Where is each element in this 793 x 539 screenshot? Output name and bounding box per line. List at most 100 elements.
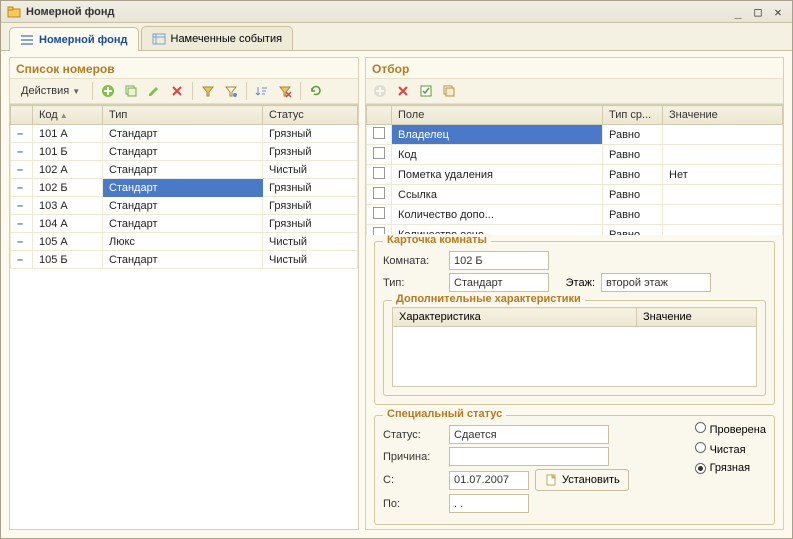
radio-dirty[interactable]: Грязная bbox=[695, 462, 766, 474]
cell-cmp: Равно bbox=[603, 205, 663, 225]
maximize-button[interactable]: □ bbox=[750, 5, 766, 19]
table-row[interactable]: Ссылка Равно bbox=[367, 185, 783, 205]
col-marker[interactable] bbox=[11, 106, 33, 125]
content-area: Список номеров Действия ▼ bbox=[1, 51, 792, 538]
table-row[interactable]: Количество допо... Равно bbox=[367, 205, 783, 225]
checkbox-icon[interactable] bbox=[373, 207, 385, 219]
room-field[interactable] bbox=[449, 251, 549, 270]
cell-check[interactable] bbox=[367, 165, 392, 185]
filter-toggle-button[interactable] bbox=[198, 81, 218, 101]
rooms-grid[interactable]: Код▲ Тип Статус – 101 А Стандарт Грязный… bbox=[10, 104, 358, 529]
row-marker-icon: – bbox=[11, 233, 33, 251]
filter-remove-button[interactable] bbox=[393, 81, 413, 101]
col-char-value[interactable]: Значение bbox=[637, 308, 757, 327]
radio-checked[interactable]: Проверена bbox=[695, 422, 766, 436]
col-code[interactable]: Код▲ bbox=[33, 106, 103, 125]
room-label: Комната: bbox=[383, 255, 443, 267]
col-type[interactable]: Тип bbox=[103, 106, 263, 125]
filter-add-button[interactable] bbox=[370, 81, 390, 101]
checkbox-icon[interactable] bbox=[373, 167, 385, 179]
refresh-button[interactable] bbox=[306, 81, 326, 101]
cell-check[interactable] bbox=[367, 185, 392, 205]
to-field[interactable] bbox=[449, 494, 529, 513]
col-check[interactable] bbox=[367, 106, 392, 125]
reason-label: Причина: bbox=[383, 451, 443, 463]
toolbar-separator bbox=[246, 82, 247, 100]
set-button[interactable]: Установить bbox=[535, 469, 629, 491]
status-field[interactable] bbox=[449, 425, 609, 444]
filter-check-button[interactable] bbox=[416, 81, 436, 101]
table-row[interactable]: – 101 А Стандарт Грязный bbox=[11, 125, 358, 143]
room-card-legend: Карточка комнаты bbox=[383, 234, 491, 246]
from-field[interactable] bbox=[449, 471, 529, 490]
table-row[interactable]: – 105 А Люкс Чистый bbox=[11, 233, 358, 251]
sort-button[interactable] bbox=[252, 81, 272, 101]
checkbox-icon[interactable] bbox=[373, 187, 385, 199]
filter-settings-button[interactable] bbox=[221, 81, 241, 101]
cell-value bbox=[663, 205, 783, 225]
cell-type: Стандарт bbox=[103, 215, 263, 233]
filter-grid[interactable]: Поле Тип ср... Значение Владелец Равно К… bbox=[366, 104, 783, 235]
cell-status: Грязный bbox=[263, 143, 358, 161]
col-field[interactable]: Поле bbox=[392, 106, 603, 125]
cell-value bbox=[663, 185, 783, 205]
cell-value bbox=[663, 125, 783, 145]
delete-button[interactable] bbox=[167, 81, 187, 101]
radio-clean[interactable]: Чистая bbox=[695, 442, 766, 456]
col-status[interactable]: Статус bbox=[263, 106, 358, 125]
cell-cmp: Равно bbox=[603, 165, 663, 185]
cell-check[interactable] bbox=[367, 125, 392, 145]
checkbox-icon[interactable] bbox=[373, 147, 385, 159]
chars-body[interactable] bbox=[392, 327, 757, 387]
cell-code: 102 Б bbox=[33, 179, 103, 197]
copy-button[interactable] bbox=[121, 81, 141, 101]
filter-copy-button[interactable] bbox=[439, 81, 459, 101]
toolbar-separator bbox=[92, 82, 93, 100]
special-legend: Специальный статус bbox=[383, 408, 506, 420]
special-status: Специальный статус Статус: Причина: bbox=[374, 415, 775, 525]
col-value[interactable]: Значение bbox=[663, 106, 783, 125]
edit-button[interactable] bbox=[144, 81, 164, 101]
cell-check[interactable] bbox=[367, 205, 392, 225]
set-button-label: Установить bbox=[562, 474, 620, 486]
tab-label: Номерной фонд bbox=[39, 34, 128, 46]
tab-events[interactable]: Намеченные события bbox=[141, 26, 294, 50]
table-row[interactable]: – 105 Б Стандарт Чистый bbox=[11, 251, 358, 269]
row-marker-icon: – bbox=[11, 125, 33, 143]
table-row[interactable]: Код Равно bbox=[367, 145, 783, 165]
type-field[interactable] bbox=[449, 273, 549, 292]
cell-check[interactable] bbox=[367, 145, 392, 165]
floor-field[interactable] bbox=[601, 273, 711, 292]
rooms-pane: Список номеров Действия ▼ bbox=[9, 57, 359, 530]
table-row[interactable]: Пометка удаления Равно Нет bbox=[367, 165, 783, 185]
table-row[interactable]: Владелец Равно bbox=[367, 125, 783, 145]
reason-field[interactable] bbox=[449, 447, 609, 466]
toolbar-separator bbox=[300, 82, 301, 100]
table-row[interactable]: – 104 А Стандарт Грязный bbox=[11, 215, 358, 233]
right-inner: Поле Тип ср... Значение Владелец Равно К… bbox=[366, 104, 783, 529]
cell-type: Стандарт bbox=[103, 197, 263, 215]
filter-clear-button[interactable] bbox=[275, 81, 295, 101]
table-row[interactable]: – 103 А Стандарт Грязный bbox=[11, 197, 358, 215]
table-row[interactable]: – 102 А Стандарт Чистый bbox=[11, 161, 358, 179]
actions-menu[interactable]: Действия ▼ bbox=[14, 81, 87, 101]
app-icon bbox=[7, 5, 21, 19]
cell-status: Грязный bbox=[263, 179, 358, 197]
col-cmp[interactable]: Тип ср... bbox=[603, 106, 663, 125]
table-row[interactable]: – 102 Б Стандарт Грязный bbox=[11, 179, 358, 197]
checkbox-icon[interactable] bbox=[373, 127, 385, 139]
cell-field: Код bbox=[392, 145, 603, 165]
cell-status: Грязный bbox=[263, 125, 358, 143]
tab-rooms[interactable]: Номерной фонд bbox=[9, 27, 139, 51]
minimize-button[interactable]: _ bbox=[730, 5, 746, 19]
rooms-title: Список номеров bbox=[10, 58, 358, 78]
rooms-toolbar: Действия ▼ bbox=[10, 78, 358, 104]
add-button[interactable] bbox=[98, 81, 118, 101]
table-row[interactable]: – 101 Б Стандарт Грязный bbox=[11, 143, 358, 161]
floor-label: Этаж: bbox=[555, 277, 595, 289]
col-char-name[interactable]: Характеристика bbox=[393, 308, 637, 327]
chars-legend: Дополнительные характеристики bbox=[392, 293, 585, 305]
cell-cmp: Равно bbox=[603, 125, 663, 145]
filter-title: Отбор bbox=[366, 58, 783, 78]
close-button[interactable]: ✕ bbox=[770, 5, 786, 19]
